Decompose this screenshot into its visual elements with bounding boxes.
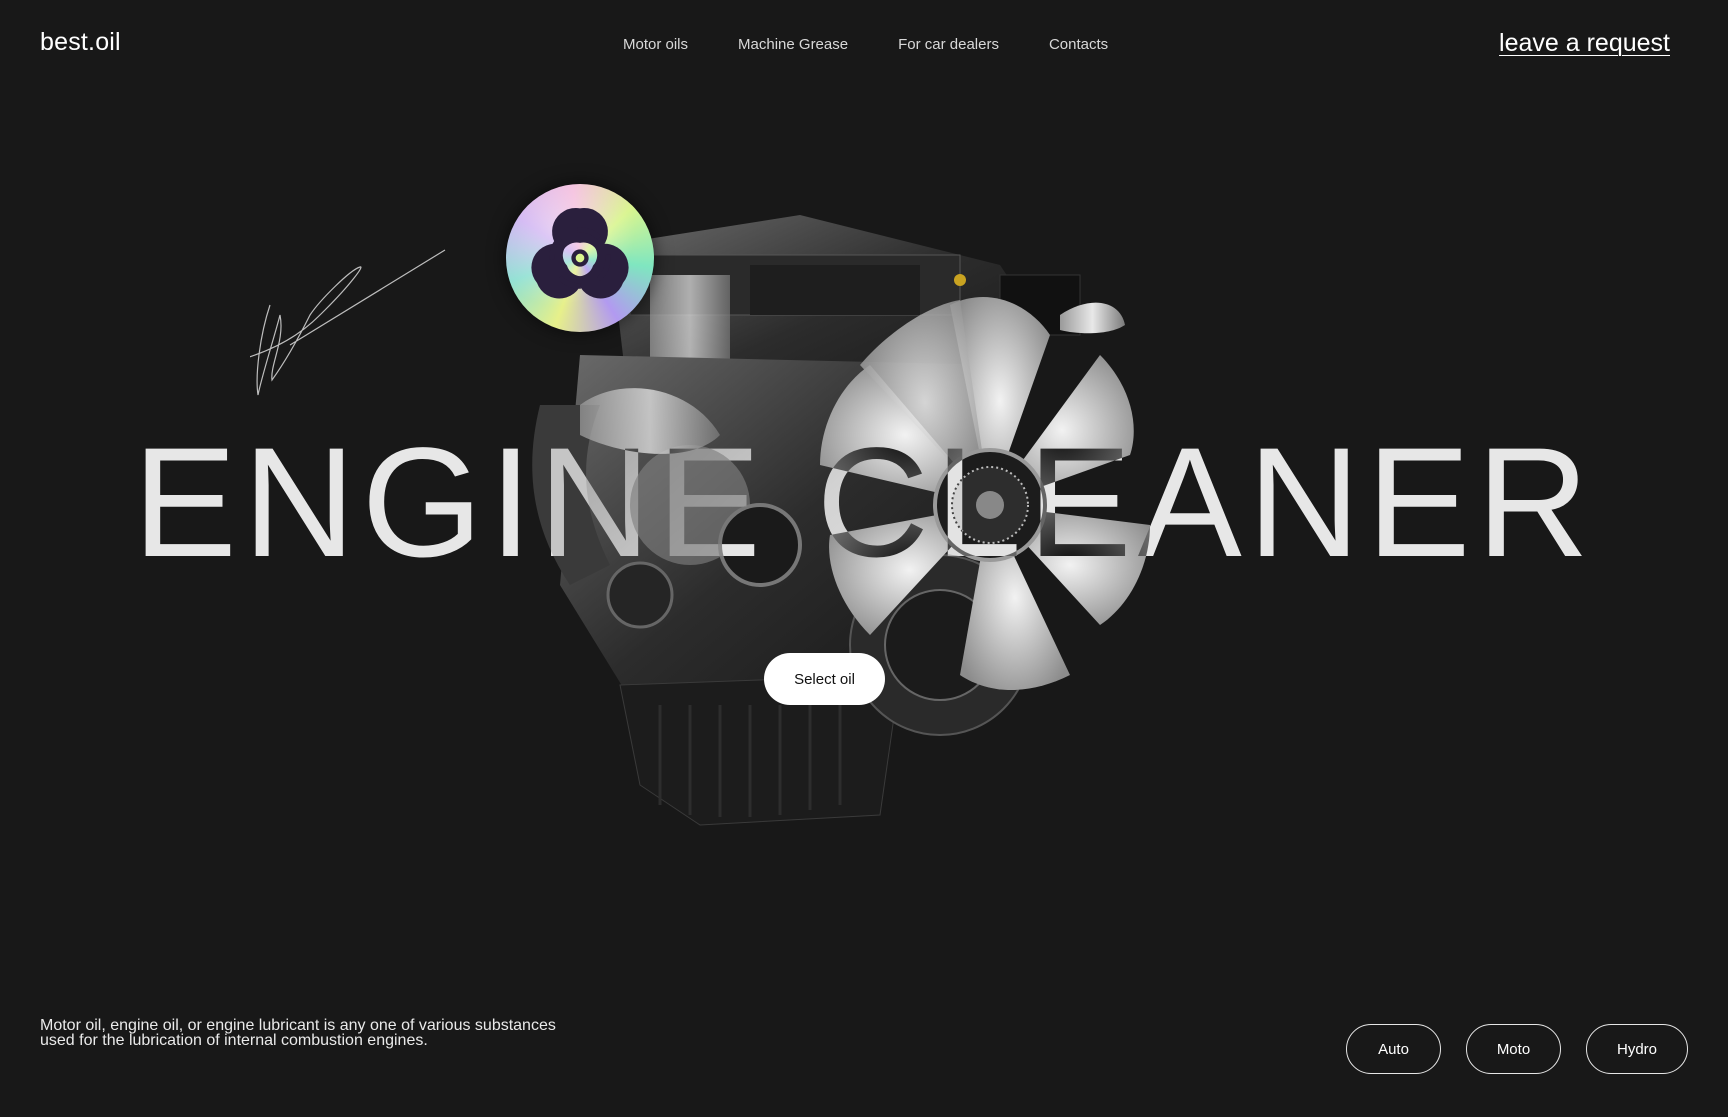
logo[interactable]: best.oil	[40, 28, 121, 57]
category-filters: Auto Moto Hydro	[1346, 1024, 1688, 1074]
hero-headline: ENGINE CLEANER	[132, 416, 1596, 590]
select-oil-button[interactable]: Select oil	[764, 653, 885, 705]
main-nav: Motor oils Machine Grease For car dealer…	[623, 36, 1108, 53]
nav-item-car-dealers[interactable]: For car dealers	[898, 36, 999, 53]
page: best.oil Motor oils Machine Grease For c…	[0, 0, 1728, 1117]
biohazard-badge	[506, 184, 654, 332]
nav-item-motor-oils[interactable]: Motor oils	[623, 36, 688, 53]
leave-request-link[interactable]: leave a request	[1499, 29, 1670, 58]
category-hydro-button[interactable]: Hydro	[1586, 1024, 1688, 1074]
category-auto-button[interactable]: Auto	[1346, 1024, 1441, 1074]
biohazard-icon	[531, 207, 629, 299]
description-text: Motor oil, engine oil, or engine lubrica…	[40, 1017, 556, 1049]
nav-item-contacts[interactable]: Contacts	[1049, 36, 1108, 53]
nav-item-machine-grease[interactable]: Machine Grease	[738, 36, 848, 53]
category-moto-button[interactable]: Moto	[1466, 1024, 1561, 1074]
signature-icon	[250, 249, 446, 396]
